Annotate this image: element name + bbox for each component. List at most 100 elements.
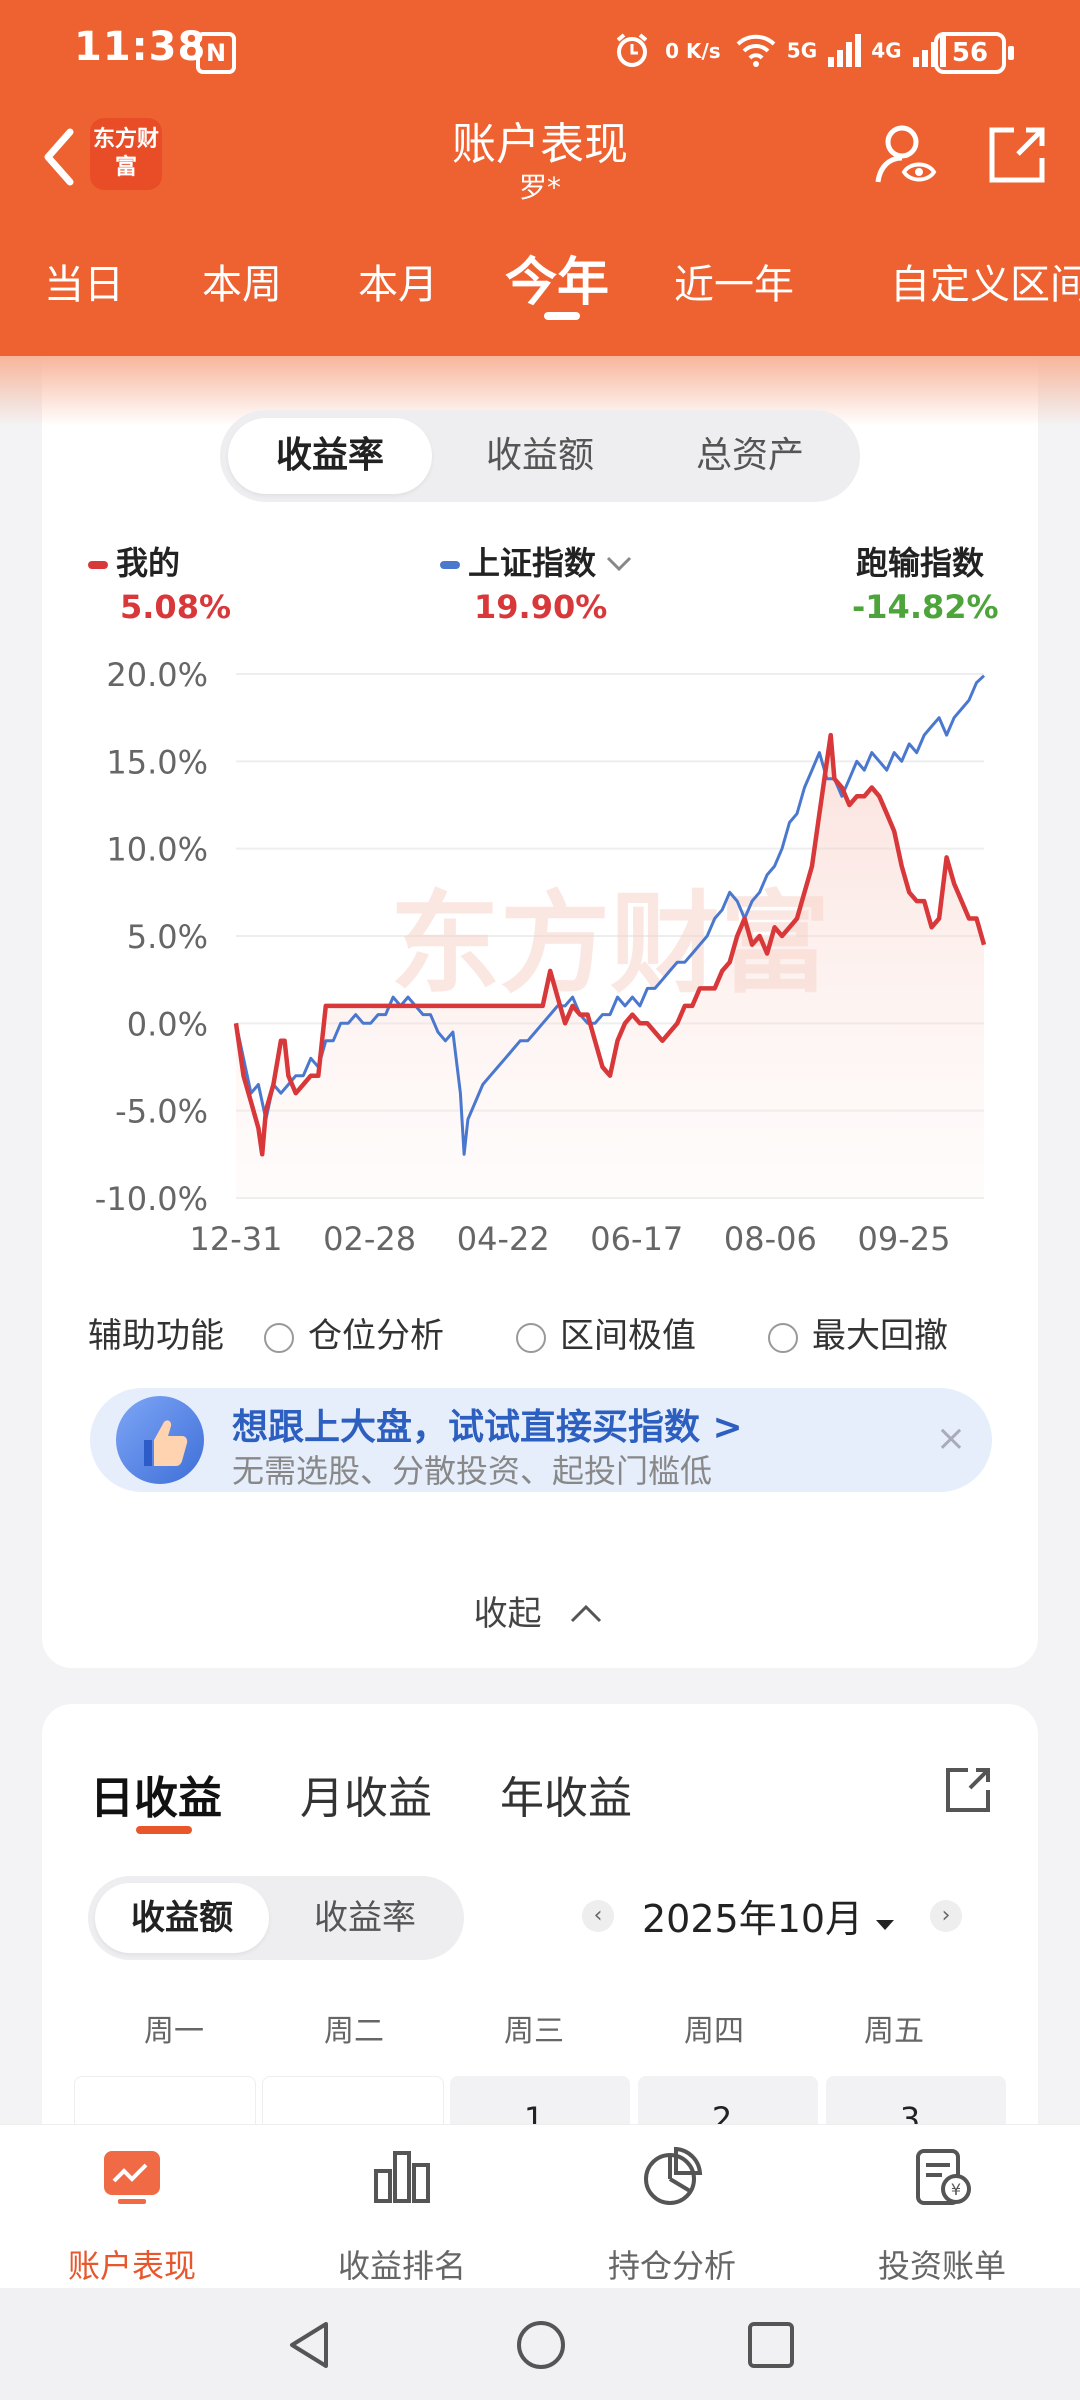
active-tab-indicator — [544, 312, 580, 320]
tab-custom-range[interactable]: 自定义区间 — [890, 252, 1080, 310]
thumbs-up-icon — [116, 1396, 204, 1484]
performance-chart-icon — [104, 2151, 160, 2204]
legend-diff-value: -14.82% — [852, 588, 999, 626]
privacy-eye-icon[interactable] — [870, 120, 942, 192]
bottom-nav: 账户表现 收益排名 持仓分析 ¥ 投资账单 — [0, 2124, 1080, 2289]
aux-option-drawdown[interactable]: 最大回撤 — [768, 1308, 948, 1357]
x-tick-label: 08-06 — [724, 1220, 817, 1258]
nav-label: 投资账单 — [877, 2247, 1006, 2285]
y-tick-label: -10.0% — [95, 1180, 208, 1218]
promo-title: 想跟上大盘，试试直接买指数 > — [232, 1407, 743, 1448]
prev-month-button[interactable]: ‹ — [582, 1900, 614, 1932]
tab-daily-profit[interactable]: 日收益 — [90, 1762, 222, 1826]
collapse-button[interactable]: 收起 — [0, 1586, 1080, 1635]
battery-indicator: 56 — [934, 32, 1014, 74]
profit-metric-segment: 收益额 收益率 — [88, 1876, 464, 1960]
radio-icon — [768, 1322, 798, 1353]
aux-option-extremes[interactable]: 区间极值 — [516, 1308, 696, 1357]
collapse-label: 收起 — [473, 1594, 542, 1634]
x-tick-label: 09-25 — [858, 1220, 951, 1258]
month-value: 2025年10月 — [642, 1897, 864, 1941]
nav-investment-bill[interactable]: ¥ 投资账单 — [842, 2145, 1042, 2285]
aux-option-position[interactable]: 仓位分析 — [264, 1308, 444, 1357]
nav-holdings-analysis[interactable]: 持仓分析 — [572, 2145, 772, 2285]
signal-4g-label: 4G — [871, 38, 902, 63]
legend-index-label: 上证指数 — [468, 544, 597, 582]
aux-label: 辅助功能 — [88, 1316, 224, 1356]
metric-return-amount[interactable]: 收益额 — [438, 418, 642, 494]
nav-account-performance[interactable]: 账户表现 — [32, 2145, 232, 2285]
nfc-icon: N — [196, 32, 236, 74]
app-header: 11:38 N 0 K/s 5G 4G 56 东方财富 账户表现 罗* 当日 本… — [0, 0, 1080, 356]
weekday-label: 周一 — [144, 2014, 204, 2049]
system-home-icon[interactable] — [514, 2318, 568, 2372]
weekday-label: 周三 — [504, 2014, 564, 2049]
signal-5g-icon — [828, 34, 862, 67]
y-tick-label: 5.0% — [127, 918, 208, 956]
y-tick-label: 10.0% — [106, 831, 208, 869]
ranking-bars-icon — [374, 2151, 430, 2203]
status-time: 11:38 — [74, 24, 207, 70]
index-promo-banner[interactable]: 想跟上大盘，试试直接买指数 > 无需选股、分散投资、起投门槛低 × — [90, 1388, 992, 1492]
y-tick-label: 0.0% — [127, 1005, 208, 1043]
metric-return-rate[interactable]: 收益率 — [228, 418, 432, 494]
system-recents-icon[interactable] — [744, 2318, 798, 2372]
close-icon[interactable]: × — [936, 1418, 966, 1459]
share-icon[interactable] — [980, 120, 1052, 192]
return-chart[interactable]: 20.0%15.0%10.0%5.0%0.0%-5.0%-10.0%东方财富12… — [0, 630, 1080, 1270]
nav-label: 持仓分析 — [607, 2247, 736, 2285]
weekday-label: 周四 — [684, 2014, 744, 2049]
profit-metric-amount[interactable]: 收益额 — [95, 1883, 269, 1953]
wifi-icon — [736, 34, 776, 67]
caret-down-icon — [876, 1920, 895, 1930]
tab-this-month[interactable]: 本月 — [358, 252, 438, 310]
metric-segment: 收益率 收益额 总资产 — [220, 410, 860, 502]
next-month-button[interactable]: › — [930, 1900, 962, 1932]
x-tick-label: 04-22 — [457, 1220, 550, 1258]
profit-metric-rate[interactable]: 收益率 — [278, 1883, 452, 1953]
legend-mine-label: 我的 — [116, 544, 181, 582]
tab-this-week[interactable]: 本周 — [202, 252, 282, 310]
chevron-up-icon — [571, 1604, 602, 1623]
y-tick-label: 20.0% — [106, 656, 208, 694]
y-tick-label: 15.0% — [106, 743, 208, 781]
month-selector[interactable]: 2025年10月 — [642, 1888, 897, 1943]
y-tick-label: -5.0% — [115, 1093, 208, 1131]
status-bar: 11:38 N 0 K/s 5G 4G 56 — [0, 0, 1080, 100]
tab-monthly-profit[interactable]: 月收益 — [300, 1762, 432, 1826]
weekday-label: 周二 — [324, 2014, 384, 2049]
period-tabs: 当日 本周 本月 今年 近一年 自定义区间 — [0, 240, 1080, 336]
promo-subtitle: 无需选股、分散投资、起投门槛低 — [232, 1452, 713, 1490]
x-tick-label: 12-31 — [190, 1220, 283, 1258]
legend-diff-label: 跑输指数 — [856, 544, 985, 582]
legend-index-value: 19.90% — [474, 588, 608, 626]
legend-mine-swatch — [88, 561, 108, 569]
alarm-icon — [616, 33, 648, 67]
export-icon[interactable] — [940, 1762, 996, 1818]
chevron-down-icon — [606, 556, 632, 572]
legend-mine: 我的 — [88, 538, 180, 584]
svg-text:¥: ¥ — [951, 2180, 961, 2199]
legend-mine-value: 5.08% — [120, 588, 232, 626]
nav-profit-ranking[interactable]: 收益排名 — [302, 2145, 502, 2285]
system-navigation-bar — [0, 2288, 1080, 2400]
aux-option-drawdown-label: 最大回撤 — [812, 1316, 948, 1356]
metric-total-assets[interactable]: 总资产 — [648, 418, 852, 494]
tab-today[interactable]: 当日 — [44, 252, 124, 310]
aux-option-position-label: 仓位分析 — [308, 1316, 444, 1356]
tab-yearly-profit[interactable]: 年收益 — [500, 1762, 632, 1826]
weekday-label: 周五 — [864, 2014, 924, 2049]
x-tick-label: 02-28 — [323, 1220, 416, 1258]
tab-last-year[interactable]: 近一年 — [674, 252, 794, 310]
x-tick-label: 06-17 — [590, 1220, 683, 1258]
tab-this-year[interactable]: 今年 — [505, 240, 609, 315]
profit-tab-indicator — [136, 1826, 192, 1834]
nav-label: 收益排名 — [337, 2247, 466, 2285]
signal-5g-label: 5G — [786, 38, 818, 63]
bill-icon: ¥ — [916, 2149, 971, 2205]
network-speed: 0 K/s — [665, 38, 721, 63]
system-back-icon[interactable] — [282, 2318, 336, 2372]
radio-icon — [264, 1322, 294, 1353]
aux-option-extremes-label: 区间极值 — [560, 1316, 696, 1356]
legend-index[interactable]: 上证指数 — [440, 538, 634, 584]
